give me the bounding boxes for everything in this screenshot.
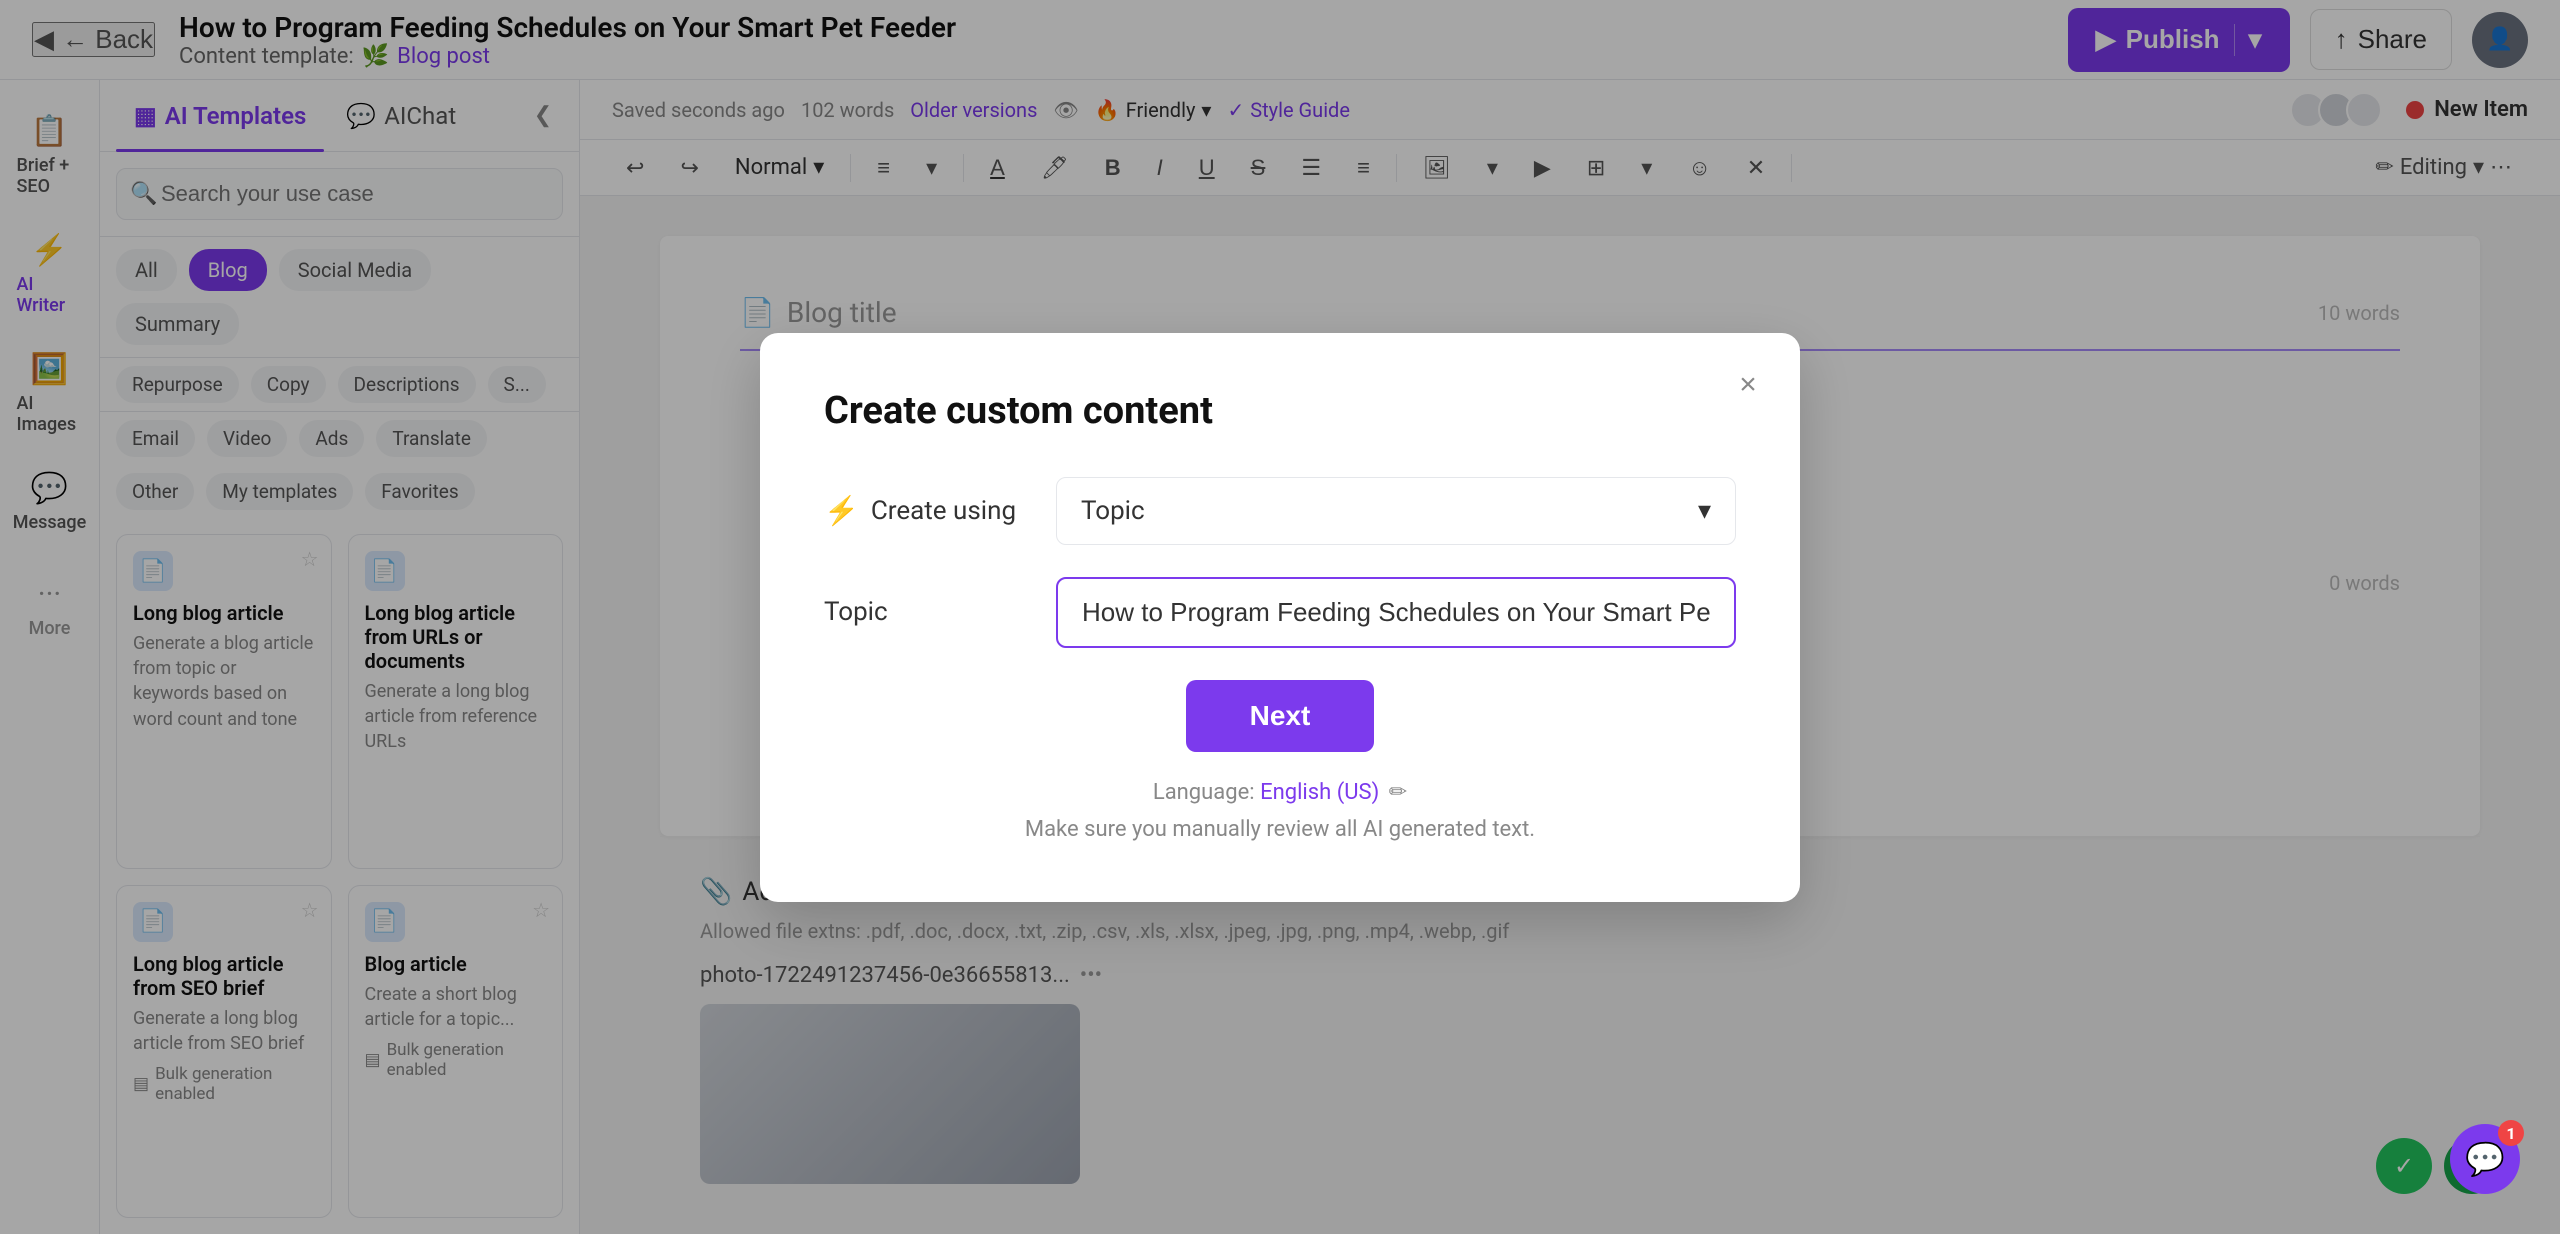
modal-close-button[interactable]: × <box>1724 361 1772 409</box>
modal-topic-row: Topic <box>824 577 1736 648</box>
modal-topic-label: Topic <box>824 597 1024 627</box>
modal-footer: Language: English (US) ✏ <box>824 780 1736 805</box>
modal-topic-input[interactable] <box>1056 577 1736 648</box>
modal-create-using-select[interactable]: Topic ▾ <box>1056 477 1736 545</box>
modal-create-using-row: ⚡ Create using Topic ▾ <box>824 477 1736 545</box>
modal-disclaimer: Make sure you manually review all AI gen… <box>824 817 1736 842</box>
chat-bubble-icon: 💬 <box>2465 1140 2505 1178</box>
lightning-icon: ⚡ <box>824 494 859 527</box>
chat-badge: 1 <box>2498 1120 2524 1146</box>
modal-create-using-text: Create using <box>871 496 1016 526</box>
modal-language-value[interactable]: English (US) <box>1260 780 1379 805</box>
chat-bubble[interactable]: 💬 1 <box>2450 1124 2520 1194</box>
modal-disclaimer-text: Make sure you manually review all AI gen… <box>1025 817 1535 842</box>
modal-create-using-label: ⚡ Create using <box>824 494 1024 527</box>
select-chevron-icon: ▾ <box>1698 496 1711 526</box>
modal-topic-text: Topic <box>824 597 888 627</box>
modal-language-edit-icon[interactable]: ✏ <box>1389 780 1407 805</box>
modal-overlay[interactable]: × Create custom content ⚡ Create using T… <box>0 0 2560 1234</box>
modal-create-using-value: Topic <box>1081 496 1145 526</box>
modal-title: Create custom content <box>824 389 1736 433</box>
modal-next-button[interactable]: Next <box>1186 680 1375 752</box>
modal-language-label: Language: <box>1153 780 1255 805</box>
create-custom-content-modal: × Create custom content ⚡ Create using T… <box>760 333 1800 902</box>
